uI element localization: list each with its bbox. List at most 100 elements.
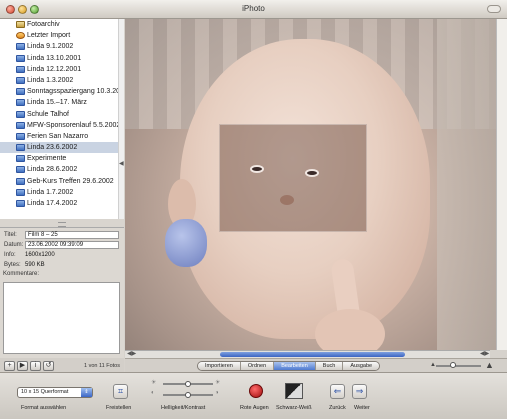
album-item[interactable]: Fotoarchiv bbox=[0, 19, 123, 30]
album-label: Experimente bbox=[27, 155, 67, 163]
crop-icon[interactable]: ⌗ bbox=[113, 384, 128, 399]
mode-tab[interactable]: Ordnen bbox=[240, 362, 275, 370]
comments-field[interactable] bbox=[3, 282, 120, 354]
format-value: 10 x 15 Querformat bbox=[21, 389, 69, 395]
scroll-arrow-icon[interactable]: ◀ bbox=[119, 160, 124, 167]
scroll-right-icon[interactable]: ◀▶ bbox=[480, 350, 489, 357]
slideshow-button[interactable]: ▶ bbox=[17, 361, 28, 371]
album-item[interactable]: Linda 17.4.2002 bbox=[0, 198, 123, 209]
album-item[interactable]: Linda 23.6.2002 bbox=[0, 142, 123, 154]
mode-tab[interactable]: Importieren bbox=[198, 362, 241, 370]
contrast-high-icon: ◑ bbox=[215, 390, 219, 396]
info-label: Info: bbox=[4, 252, 16, 258]
redeye-icon[interactable] bbox=[249, 384, 263, 398]
album-label: Linda 15.–17. März bbox=[27, 99, 87, 107]
left-eye bbox=[250, 165, 264, 173]
info-value: 1600x1200 bbox=[25, 252, 55, 258]
album-label: Linda 13.10.2001 bbox=[27, 54, 82, 62]
bytes-value: 590 KB bbox=[25, 262, 45, 268]
mode-segmented-control: Importieren Ordnen Bearbeiten Buch Ausgabe bbox=[197, 361, 381, 371]
album-label: Letzter Import bbox=[27, 32, 71, 40]
album-item[interactable]: Linda 12.12.2001 bbox=[0, 64, 123, 75]
album-item[interactable]: Linda 13.10.2001 bbox=[0, 53, 123, 64]
mode-tab[interactable]: Buch bbox=[315, 362, 344, 370]
black-white-icon[interactable] bbox=[285, 383, 303, 399]
album-item[interactable]: Linda 1.7.2002 bbox=[0, 187, 123, 198]
photo-library-icon bbox=[16, 21, 25, 28]
album-item[interactable]: Linda 1.3.2002 bbox=[0, 75, 123, 86]
album-icon bbox=[16, 121, 25, 129]
add-album-button[interactable]: + bbox=[4, 361, 15, 371]
rotate-button[interactable]: ↺ bbox=[43, 361, 54, 371]
album-item[interactable]: Linda 28.6.2002 bbox=[0, 164, 123, 175]
album-item[interactable]: MFW-Sponsorenlauf 5.5.2002 bbox=[0, 120, 123, 131]
title-field[interactable]: Film 8 – 25 bbox=[25, 231, 119, 239]
mode-tab[interactable]: Bearbeiten bbox=[274, 362, 316, 370]
bw-label: Schwarz-Weiß bbox=[276, 405, 312, 411]
photo-count: 1 von 11 Fotos bbox=[84, 363, 120, 369]
album-item[interactable]: Experimente bbox=[0, 153, 123, 164]
scroll-left-icon[interactable]: ◀▶ bbox=[127, 350, 136, 357]
album-item[interactable]: Geb-Kurs Treffen 29.6.2002 bbox=[0, 176, 123, 187]
toolbar-toggle-button[interactable] bbox=[487, 5, 501, 13]
album-icon bbox=[16, 99, 25, 107]
crop-selection[interactable] bbox=[219, 124, 367, 232]
album-icon bbox=[16, 65, 25, 73]
zoom-slider[interactable] bbox=[436, 365, 481, 367]
format-popup[interactable]: 10 x 15 Querformat ⇕ bbox=[17, 387, 93, 398]
last-import-icon bbox=[16, 32, 25, 40]
contrast-low-icon: ◐ bbox=[151, 390, 155, 396]
window-title: iPhoto bbox=[242, 4, 265, 13]
bytes-row: Bytes: 590 KB bbox=[3, 260, 121, 270]
zoom-in-icon[interactable]: ▲ bbox=[485, 360, 494, 370]
back-arrow-icon[interactable]: ⇐ bbox=[330, 384, 345, 399]
info-button[interactable]: i bbox=[30, 361, 41, 371]
crop-label: Freistellen bbox=[106, 405, 132, 411]
date-row: Datum: 23.06.2002 09:39:09 bbox=[3, 240, 121, 250]
nose bbox=[280, 195, 294, 205]
pane-splitter[interactable] bbox=[0, 219, 124, 228]
info-row: Info: 1600x1200 bbox=[3, 250, 121, 260]
date-field[interactable]: 23.06.2002 09:39:09 bbox=[25, 241, 119, 249]
album-label: Fotoarchiv bbox=[27, 21, 60, 28]
album-label: Sonntagsspaziergang 10.3.20 bbox=[27, 88, 121, 96]
photo-viewer[interactable] bbox=[125, 19, 507, 350]
zoom-knob[interactable] bbox=[450, 362, 456, 368]
album-item[interactable]: Letzter Import bbox=[0, 30, 123, 41]
forward-label: Weiter bbox=[354, 405, 370, 411]
mode-tab[interactable]: Ausgabe bbox=[343, 362, 380, 370]
forward-arrow-icon[interactable]: ⇒ bbox=[352, 384, 367, 399]
album-item[interactable]: Ferien San Nazarro bbox=[0, 131, 123, 142]
popup-arrows-icon: ⇕ bbox=[81, 388, 92, 397]
contrast-knob[interactable] bbox=[185, 392, 191, 398]
album-label: Linda 1.7.2002 bbox=[27, 188, 74, 196]
album-label: Linda 9.1.2002 bbox=[27, 43, 74, 51]
album-label: Schule Talhof bbox=[27, 110, 69, 118]
album-label: Linda 28.6.2002 bbox=[27, 166, 78, 174]
title-row: Titel: Film 8 – 25 bbox=[3, 230, 121, 240]
album-item[interactable]: Linda 15.–17. März bbox=[0, 97, 123, 108]
album-icon bbox=[16, 188, 25, 196]
iphoto-window: iPhoto Fotoarchiv Letzter Import Linda 9.1… bbox=[0, 0, 507, 419]
album-label: Ferien San Nazarro bbox=[27, 132, 89, 140]
album-item[interactable]: Linda 9.1.2002 bbox=[0, 41, 123, 52]
album-icon bbox=[16, 177, 25, 185]
album-icon bbox=[16, 76, 25, 84]
album-item[interactable]: Sonntagsspaziergang 10.3.20 bbox=[0, 86, 123, 97]
viewer-vertical-scrollbar[interactable] bbox=[496, 19, 507, 350]
brightness-contrast-panel: ☀ ☀ ◐ ◑ bbox=[149, 380, 227, 404]
scroll-thumb[interactable] bbox=[220, 352, 405, 357]
album-label: Geb-Kurs Treffen 29.6.2002 bbox=[27, 177, 114, 185]
format-label: Format auswählen bbox=[21, 405, 67, 411]
album-icon bbox=[16, 88, 25, 96]
brightness-label: Helligkeit/Kontrast bbox=[161, 405, 206, 411]
album-item[interactable]: Schule Talhof bbox=[0, 109, 123, 120]
brightness-high-icon: ☀ bbox=[215, 380, 221, 386]
brightness-knob[interactable] bbox=[185, 381, 191, 387]
album-icon bbox=[16, 54, 25, 62]
album-icon bbox=[16, 144, 25, 152]
back-label: Zurück bbox=[329, 405, 346, 411]
album-list-scrollbar[interactable] bbox=[118, 19, 124, 219]
info-panel: Titel: Film 8 – 25 Datum: 23.06.2002 09:… bbox=[0, 228, 124, 358]
viewer-horizontal-scrollbar[interactable]: ◀▶ ◀▶ bbox=[125, 350, 490, 358]
